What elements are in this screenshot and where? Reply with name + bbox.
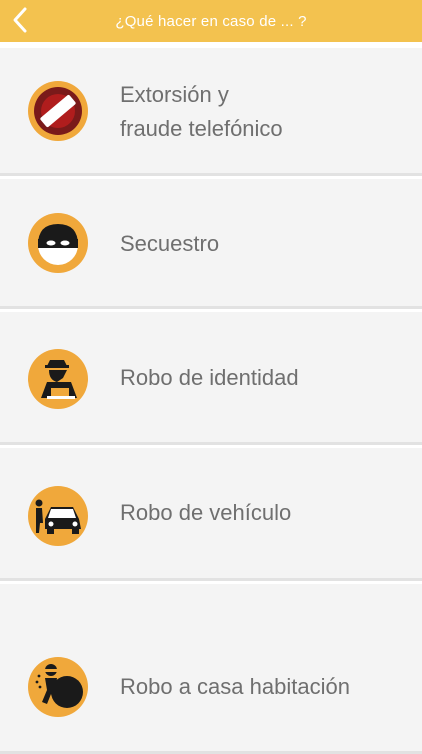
item-label: Robo a casa habitación (120, 674, 350, 699)
item-label: Secuestro (120, 231, 220, 256)
list-item-extorsion[interactable]: Extorsión y fraude telefónico (0, 48, 422, 176)
list-item-robo-identidad[interactable]: Robo de identidad (0, 312, 422, 445)
hacker-laptop-icon (28, 349, 88, 409)
prohibited-sign-icon (28, 81, 88, 141)
car-thief-icon (28, 486, 88, 546)
item-label: Robo de identidad (120, 365, 299, 390)
list-item-secuestro[interactable]: Secuestro (0, 179, 422, 309)
item-label: Extorsión y fraude telefónico (120, 82, 283, 141)
list-item-robo-vehiculo[interactable]: Robo de vehículo (0, 448, 422, 581)
list-item-robo-casa[interactable]: Robo a casa habitación (0, 584, 422, 754)
chevron-left-icon[interactable] (6, 5, 36, 35)
burglar-sack-icon (28, 657, 88, 717)
masked-bandit-icon (28, 213, 88, 273)
nav-bar: ¿Qué hacer en caso de ... ? (0, 0, 422, 42)
page-title: ¿Qué hacer en caso de ... ? (115, 12, 307, 30)
item-label: Robo de vehículo (120, 500, 292, 525)
